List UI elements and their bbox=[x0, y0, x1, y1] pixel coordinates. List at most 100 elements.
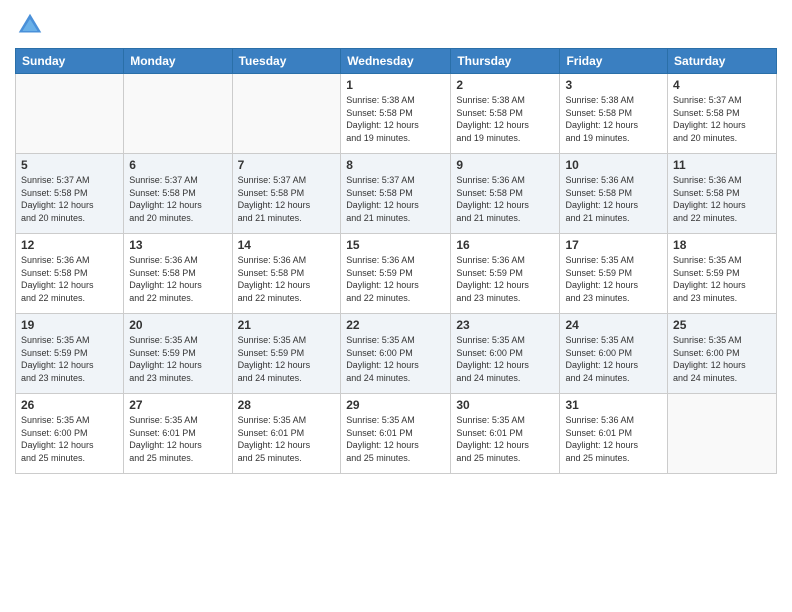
calendar-cell bbox=[124, 74, 232, 154]
day-number: 2 bbox=[456, 78, 554, 92]
logo-icon bbox=[15, 10, 45, 40]
day-header-tuesday: Tuesday bbox=[232, 49, 341, 74]
calendar-cell: 3 Sunrise: 5:38 AM Sunset: 5:58 PM Daylig… bbox=[560, 74, 668, 154]
day-info: Sunrise: 5:35 AM Sunset: 5:59 PM Dayligh… bbox=[129, 334, 226, 384]
calendar-cell: 31Sunrise: 5:36 AM Sunset: 6:01 PM Dayli… bbox=[560, 394, 668, 474]
calendar-cell: 14 Sunrise: 5:36 AM Sunset: 5:58 PM Dayli… bbox=[232, 234, 341, 314]
day-number: 6 bbox=[129, 158, 226, 172]
day-number: 30 bbox=[456, 398, 554, 412]
day-number: 14 bbox=[238, 238, 336, 252]
calendar-cell: 8Sunrise: 5:37 AM Sunset: 5:58 PM Daylig… bbox=[341, 154, 451, 234]
calendar-cell: 18 Sunrise: 5:35 AM Sunset: 5:59 PM Dayli… bbox=[668, 234, 777, 314]
calendar-table: SundayMondayTuesdayWednesdayThursdayFrid… bbox=[15, 48, 777, 474]
day-number: 28 bbox=[238, 398, 336, 412]
day-info: Sunrise: 5:38 AM Sunset: 5:58 PM Dayligh… bbox=[565, 94, 662, 144]
calendar-body: 1Sunrise: 5:38 AM Sunset: 5:58 PM Daylig… bbox=[16, 74, 777, 474]
day-number: 18 bbox=[673, 238, 771, 252]
day-info: Sunrise: 5:36 AM Sunset: 6:01 PM Dayligh… bbox=[565, 414, 662, 464]
day-number: 11 bbox=[673, 158, 771, 172]
day-number: 12 bbox=[21, 238, 118, 252]
week-row-5: 26 Sunrise: 5:35 AM Sunset: 6:00 PM Dayli… bbox=[16, 394, 777, 474]
calendar-cell: 25 Sunrise: 5:35 AM Sunset: 6:00 PM Dayli… bbox=[668, 314, 777, 394]
day-info: Sunrise: 5:35 AM Sunset: 6:00 PM Dayligh… bbox=[673, 334, 771, 384]
day-info: Sunrise: 5:35 AM Sunset: 6:00 PM Dayligh… bbox=[21, 414, 118, 464]
calendar-cell: 28 Sunrise: 5:35 AM Sunset: 6:01 PM Dayli… bbox=[232, 394, 341, 474]
day-number: 29 bbox=[346, 398, 445, 412]
calendar-cell: 11 Sunrise: 5:36 AM Sunset: 5:58 PM Dayli… bbox=[668, 154, 777, 234]
day-info: Sunrise: 5:36 AM Sunset: 5:58 PM Dayligh… bbox=[21, 254, 118, 304]
day-info: Sunrise: 5:35 AM Sunset: 6:01 PM Dayligh… bbox=[129, 414, 226, 464]
day-info: Sunrise: 5:37 AM Sunset: 5:58 PM Dayligh… bbox=[21, 174, 118, 224]
day-header-friday: Friday bbox=[560, 49, 668, 74]
calendar-cell: 2 Sunrise: 5:38 AM Sunset: 5:58 PM Daylig… bbox=[451, 74, 560, 154]
day-number: 20 bbox=[129, 318, 226, 332]
day-number: 25 bbox=[673, 318, 771, 332]
day-info: Sunrise: 5:38 AM Sunset: 5:58 PM Dayligh… bbox=[346, 94, 445, 144]
day-info: Sunrise: 5:35 AM Sunset: 5:59 PM Dayligh… bbox=[238, 334, 336, 384]
calendar-header: SundayMondayTuesdayWednesdayThursdayFrid… bbox=[16, 49, 777, 74]
day-info: Sunrise: 5:36 AM Sunset: 5:59 PM Dayligh… bbox=[346, 254, 445, 304]
calendar-cell: 4Sunrise: 5:37 AM Sunset: 5:58 PM Daylig… bbox=[668, 74, 777, 154]
calendar-cell: 29Sunrise: 5:35 AM Sunset: 6:01 PM Dayli… bbox=[341, 394, 451, 474]
logo bbox=[15, 10, 49, 40]
day-number: 5 bbox=[21, 158, 118, 172]
calendar-cell: 12 Sunrise: 5:36 AM Sunset: 5:58 PM Dayli… bbox=[16, 234, 124, 314]
day-number: 17 bbox=[565, 238, 662, 252]
day-header-sunday: Sunday bbox=[16, 49, 124, 74]
calendar-cell: 26 Sunrise: 5:35 AM Sunset: 6:00 PM Dayli… bbox=[16, 394, 124, 474]
day-number: 19 bbox=[21, 318, 118, 332]
day-number: 26 bbox=[21, 398, 118, 412]
page-header bbox=[15, 10, 777, 40]
calendar-cell: 9Sunrise: 5:36 AM Sunset: 5:58 PM Daylig… bbox=[451, 154, 560, 234]
calendar-cell: 23Sunrise: 5:35 AM Sunset: 6:00 PM Dayli… bbox=[451, 314, 560, 394]
calendar-cell: 17 Sunrise: 5:35 AM Sunset: 5:59 PM Dayli… bbox=[560, 234, 668, 314]
day-number: 27 bbox=[129, 398, 226, 412]
day-number: 3 bbox=[565, 78, 662, 92]
days-of-week-row: SundayMondayTuesdayWednesdayThursdayFrid… bbox=[16, 49, 777, 74]
calendar-cell bbox=[232, 74, 341, 154]
day-info: Sunrise: 5:36 AM Sunset: 5:58 PM Dayligh… bbox=[673, 174, 771, 224]
day-number: 8 bbox=[346, 158, 445, 172]
day-number: 15 bbox=[346, 238, 445, 252]
day-info: Sunrise: 5:38 AM Sunset: 5:58 PM Dayligh… bbox=[456, 94, 554, 144]
day-info: Sunrise: 5:36 AM Sunset: 5:59 PM Dayligh… bbox=[456, 254, 554, 304]
day-number: 24 bbox=[565, 318, 662, 332]
calendar-cell: 22Sunrise: 5:35 AM Sunset: 6:00 PM Dayli… bbox=[341, 314, 451, 394]
day-info: Sunrise: 5:37 AM Sunset: 5:58 PM Dayligh… bbox=[673, 94, 771, 144]
calendar-cell: 19 Sunrise: 5:35 AM Sunset: 5:59 PM Dayli… bbox=[16, 314, 124, 394]
week-row-4: 19 Sunrise: 5:35 AM Sunset: 5:59 PM Dayli… bbox=[16, 314, 777, 394]
day-header-saturday: Saturday bbox=[668, 49, 777, 74]
day-info: Sunrise: 5:35 AM Sunset: 6:01 PM Dayligh… bbox=[238, 414, 336, 464]
day-info: Sunrise: 5:37 AM Sunset: 5:58 PM Dayligh… bbox=[238, 174, 336, 224]
calendar-cell: 7 Sunrise: 5:37 AM Sunset: 5:58 PM Daylig… bbox=[232, 154, 341, 234]
calendar-cell: 16 Sunrise: 5:36 AM Sunset: 5:59 PM Dayli… bbox=[451, 234, 560, 314]
calendar-cell: 30 Sunrise: 5:35 AM Sunset: 6:01 PM Dayli… bbox=[451, 394, 560, 474]
calendar-cell: 21Sunrise: 5:35 AM Sunset: 5:59 PM Dayli… bbox=[232, 314, 341, 394]
calendar-cell: 1Sunrise: 5:38 AM Sunset: 5:58 PM Daylig… bbox=[341, 74, 451, 154]
day-number: 23 bbox=[456, 318, 554, 332]
calendar-cell bbox=[16, 74, 124, 154]
day-number: 16 bbox=[456, 238, 554, 252]
week-row-3: 12 Sunrise: 5:36 AM Sunset: 5:58 PM Dayli… bbox=[16, 234, 777, 314]
day-info: Sunrise: 5:37 AM Sunset: 5:58 PM Dayligh… bbox=[129, 174, 226, 224]
day-info: Sunrise: 5:36 AM Sunset: 5:58 PM Dayligh… bbox=[565, 174, 662, 224]
day-info: Sunrise: 5:35 AM Sunset: 5:59 PM Dayligh… bbox=[21, 334, 118, 384]
day-info: Sunrise: 5:35 AM Sunset: 5:59 PM Dayligh… bbox=[673, 254, 771, 304]
calendar-cell: 13 Sunrise: 5:36 AM Sunset: 5:58 PM Dayli… bbox=[124, 234, 232, 314]
day-number: 10 bbox=[565, 158, 662, 172]
calendar-cell: 20 Sunrise: 5:35 AM Sunset: 5:59 PM Dayli… bbox=[124, 314, 232, 394]
day-header-wednesday: Wednesday bbox=[341, 49, 451, 74]
week-row-2: 5 Sunrise: 5:37 AM Sunset: 5:58 PM Daylig… bbox=[16, 154, 777, 234]
day-info: Sunrise: 5:36 AM Sunset: 5:58 PM Dayligh… bbox=[129, 254, 226, 304]
day-info: Sunrise: 5:36 AM Sunset: 5:58 PM Dayligh… bbox=[238, 254, 336, 304]
day-number: 13 bbox=[129, 238, 226, 252]
calendar-cell bbox=[668, 394, 777, 474]
calendar-cell: 5 Sunrise: 5:37 AM Sunset: 5:58 PM Daylig… bbox=[16, 154, 124, 234]
calendar-cell: 27 Sunrise: 5:35 AM Sunset: 6:01 PM Dayli… bbox=[124, 394, 232, 474]
day-info: Sunrise: 5:35 AM Sunset: 6:00 PM Dayligh… bbox=[346, 334, 445, 384]
day-info: Sunrise: 5:35 AM Sunset: 6:01 PM Dayligh… bbox=[456, 414, 554, 464]
calendar-cell: 6 Sunrise: 5:37 AM Sunset: 5:58 PM Daylig… bbox=[124, 154, 232, 234]
day-number: 7 bbox=[238, 158, 336, 172]
day-info: Sunrise: 5:35 AM Sunset: 5:59 PM Dayligh… bbox=[565, 254, 662, 304]
day-info: Sunrise: 5:36 AM Sunset: 5:58 PM Dayligh… bbox=[456, 174, 554, 224]
